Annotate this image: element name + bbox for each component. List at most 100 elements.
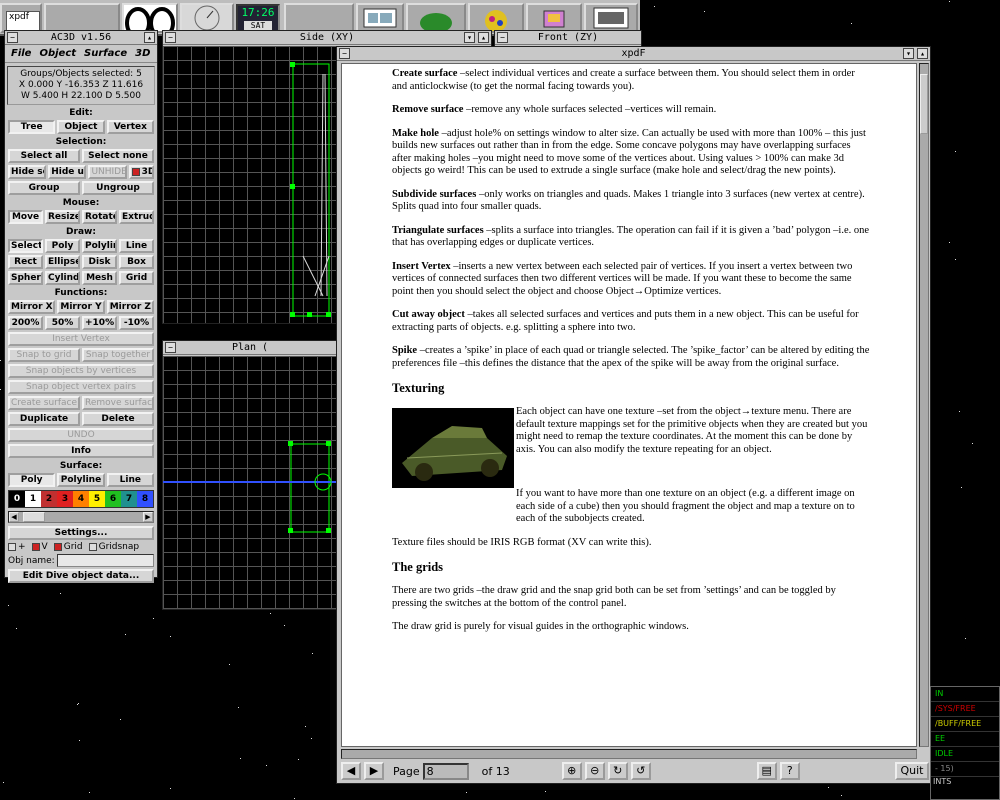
side-view-titlebar[interactable]: − Side (XY) ▾ ▴ bbox=[163, 31, 491, 45]
duplicate-button[interactable]: Duplicate bbox=[8, 412, 80, 426]
toggle-grid[interactable]: Grid bbox=[53, 542, 83, 552]
window-menu-icon[interactable]: − bbox=[7, 32, 18, 43]
plan-view-window[interactable]: − Plan ( bbox=[162, 340, 338, 610]
zoom-out-icon[interactable]: ⊖ bbox=[584, 762, 605, 780]
draw-grid-button[interactable]: Grid bbox=[119, 271, 154, 285]
palette-color-swatch[interactable]: 0 bbox=[9, 491, 25, 507]
paint-palette-icon[interactable] bbox=[468, 3, 524, 33]
obj-name-input[interactable] bbox=[56, 554, 154, 567]
mirror-x-button[interactable]: Mirror X bbox=[8, 300, 56, 314]
redo-icon[interactable]: ↻ bbox=[607, 762, 628, 780]
minimize-icon[interactable]: ▾ bbox=[903, 48, 914, 59]
edit-object-button[interactable]: Object bbox=[57, 120, 105, 134]
draw-rect-button[interactable]: Rect bbox=[8, 255, 43, 269]
snap-objects-by-vertices-button[interactable]: Snap objects by vertices bbox=[8, 364, 154, 378]
dock-tile-blank[interactable] bbox=[44, 3, 120, 33]
draw-line-button[interactable]: Line bbox=[119, 239, 154, 253]
toggle-3d[interactable]: 3D bbox=[128, 165, 154, 179]
scroll-left-icon[interactable]: ◀ bbox=[9, 512, 19, 522]
settings-button[interactable]: Settings... bbox=[8, 526, 154, 540]
vertical-scrollbar[interactable] bbox=[919, 63, 929, 747]
window-menu-icon[interactable]: − bbox=[497, 32, 508, 43]
palette-color-swatch[interactable]: 1 bbox=[25, 491, 41, 507]
scale-plus10-button[interactable]: +10% bbox=[82, 316, 117, 330]
next-page-icon[interactable]: ▶ bbox=[364, 762, 384, 780]
ac3d-control-panel[interactable]: − AC3D v1.56 ▴ File Object Surface 3D Gr… bbox=[4, 30, 158, 583]
toggle-plus[interactable]: + bbox=[8, 542, 26, 552]
select-none-button[interactable]: Select none bbox=[82, 149, 154, 163]
help-button[interactable]: ? bbox=[779, 762, 800, 780]
menu-surface[interactable]: Surface bbox=[84, 48, 127, 59]
back-icon[interactable]: ↺ bbox=[630, 762, 651, 780]
globe-icon[interactable] bbox=[406, 3, 466, 33]
maximize-icon[interactable]: ▴ bbox=[478, 32, 489, 43]
select-all-button[interactable]: Select all bbox=[8, 149, 80, 163]
delete-button[interactable]: Delete bbox=[82, 412, 154, 426]
draw-ellipse-button[interactable]: Ellipse bbox=[45, 255, 80, 269]
front-view-titlebar[interactable]: − Front (ZY) bbox=[495, 31, 641, 45]
maximize-icon[interactable]: ▴ bbox=[917, 48, 928, 59]
mouse-resize-button[interactable]: Resize bbox=[45, 210, 80, 224]
plan-view-canvas[interactable] bbox=[163, 356, 337, 609]
surface-polyline-button[interactable]: Polyline bbox=[57, 473, 105, 487]
undo-button[interactable]: UNDO bbox=[8, 428, 154, 442]
minimize-icon[interactable]: ▾ bbox=[464, 32, 475, 43]
maximize-icon[interactable]: ▴ bbox=[144, 32, 155, 43]
page-number-input[interactable]: 8 bbox=[422, 762, 469, 780]
draw-sphere-button[interactable]: Sphere bbox=[8, 271, 43, 285]
scale-minus10-button[interactable]: -10% bbox=[119, 316, 154, 330]
scroll-thumb[interactable] bbox=[23, 512, 45, 522]
menu-3d[interactable]: 3D bbox=[135, 48, 150, 59]
edit-vertex-button[interactable]: Vertex bbox=[106, 120, 154, 134]
surface-poly-button[interactable]: Poly bbox=[8, 473, 56, 487]
ungroup-button[interactable]: Ungroup bbox=[82, 181, 154, 195]
mouse-extrude-button[interactable]: Extrude bbox=[119, 210, 154, 224]
snap-to-grid-button[interactable]: Snap to grid bbox=[8, 348, 80, 362]
draw-box-button[interactable]: Box bbox=[119, 255, 154, 269]
edit-tree-button[interactable]: Tree bbox=[8, 120, 56, 134]
print-icon[interactable]: ▤ bbox=[756, 762, 777, 780]
window-menu-icon[interactable]: − bbox=[339, 48, 350, 59]
snap-together-button[interactable]: Snap together bbox=[82, 348, 154, 362]
ac3d-titlebar[interactable]: − AC3D v1.56 ▴ bbox=[5, 31, 157, 45]
draw-disk-button[interactable]: Disk bbox=[82, 255, 117, 269]
info-button[interactable]: Info bbox=[8, 444, 154, 458]
remove-surface-button[interactable]: Remove surface bbox=[82, 396, 154, 410]
palette-color-swatch[interactable]: 5 bbox=[89, 491, 105, 507]
horizontal-scrollbar[interactable] bbox=[341, 749, 917, 759]
hide-selected-button[interactable]: Hide sel bbox=[8, 165, 47, 179]
mirror-y-button[interactable]: Mirror Y bbox=[57, 300, 105, 314]
create-surface-button[interactable]: Create surface bbox=[8, 396, 80, 410]
menu-file[interactable]: File bbox=[11, 48, 31, 59]
monitor-icon[interactable] bbox=[356, 3, 404, 33]
quit-button[interactable]: Quit bbox=[895, 762, 929, 780]
draw-mesh-button[interactable]: Mesh bbox=[82, 271, 117, 285]
insert-vertex-button[interactable]: Insert Vertex bbox=[8, 332, 154, 346]
draw-polyline-button[interactable]: Polyline bbox=[82, 239, 117, 253]
zoom-in-icon[interactable]: ⊕ bbox=[561, 762, 582, 780]
xpdf-launcher[interactable]: xpdf bbox=[0, 3, 42, 37]
unhide-button[interactable]: UNHIDE bbox=[88, 165, 127, 179]
vertical-scroll-thumb[interactable] bbox=[920, 74, 928, 134]
dock-tile-blank-2[interactable] bbox=[284, 3, 354, 33]
palette-color-swatch[interactable]: 2 bbox=[41, 491, 57, 507]
mouse-move-button[interactable]: Move bbox=[8, 210, 43, 224]
palette-color-swatch[interactable]: 3 bbox=[57, 491, 73, 507]
scale-200-button[interactable]: 200% bbox=[8, 316, 43, 330]
window-menu-icon[interactable]: − bbox=[165, 342, 176, 353]
hide-unselected-button[interactable]: Hide uns bbox=[48, 165, 87, 179]
menu-object[interactable]: Object bbox=[39, 48, 76, 59]
palette-color-swatch[interactable]: 7 bbox=[121, 491, 137, 507]
scroll-right-icon[interactable]: ▶ bbox=[143, 512, 153, 522]
scale-50-button[interactable]: 50% bbox=[45, 316, 80, 330]
terminal-icon[interactable] bbox=[584, 3, 638, 33]
xpdf-window[interactable]: − xpdF ▾ ▴ Create surface –select indivi… bbox=[336, 46, 931, 784]
edit-dive-object-button[interactable]: Edit Dive object data... bbox=[8, 569, 154, 583]
draw-poly-button[interactable]: Poly bbox=[45, 239, 80, 253]
xpdf-titlebar[interactable]: − xpdF ▾ ▴ bbox=[337, 47, 930, 61]
window-menu-icon[interactable]: − bbox=[165, 32, 176, 43]
prev-page-icon[interactable]: ◀ bbox=[341, 762, 361, 780]
snap-object-vertex-pairs-button[interactable]: Snap object vertex pairs bbox=[8, 380, 154, 394]
mirror-z-button[interactable]: Mirror Z bbox=[106, 300, 154, 314]
palette-color-swatch[interactable]: 8 bbox=[137, 491, 153, 507]
